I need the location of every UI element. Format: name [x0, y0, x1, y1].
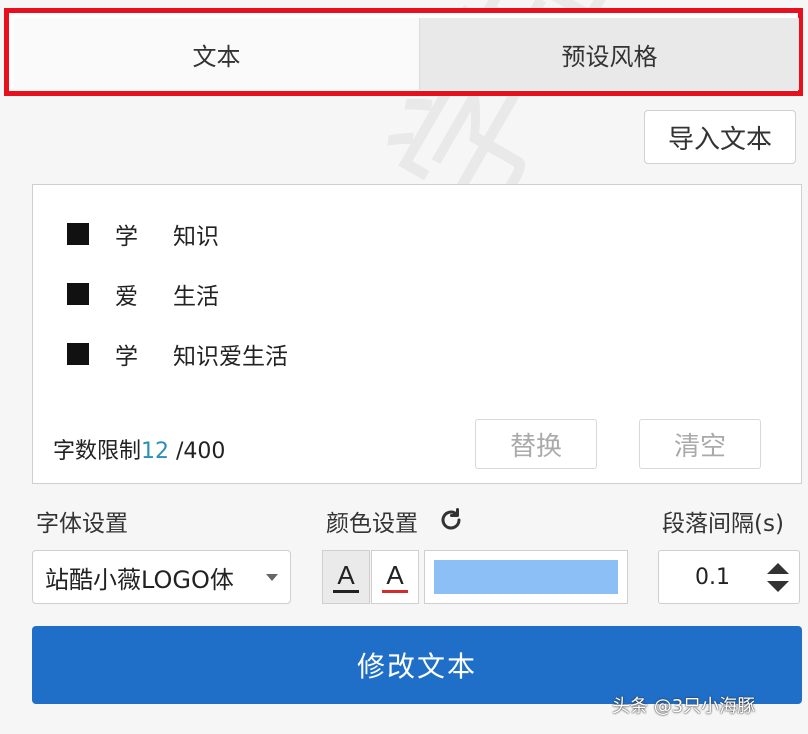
- spin-down-icon[interactable]: [767, 581, 789, 592]
- paragraph-spacing-input[interactable]: 0.1: [658, 550, 800, 604]
- line-marker-icon: [67, 343, 89, 365]
- font-select-value: 站酷小薇LOGO体: [45, 565, 234, 594]
- text-color-underline: [333, 589, 359, 593]
- line-text-part: 学: [115, 344, 138, 370]
- text-line: 学 知识: [67, 217, 219, 251]
- char-limit-label: 字数限制: [53, 439, 142, 464]
- spin-up-icon[interactable]: [767, 563, 789, 574]
- tab-preset-style[interactable]: 预设风格: [419, 18, 799, 90]
- text-color-icon: A: [337, 559, 355, 590]
- replace-button[interactable]: 替换: [475, 419, 597, 469]
- color-settings-label: 颜色设置: [326, 511, 418, 537]
- clear-button[interactable]: 清空: [639, 419, 761, 469]
- text-input-area[interactable]: 学 知识 爱 生活 学 知识爱生活 字数限制12 /400 替换 清空: [32, 184, 802, 484]
- paragraph-spacing-label: 段落间隔(s): [662, 511, 784, 537]
- char-count-value: 12: [141, 439, 170, 464]
- font-settings-label: 字体设置: [36, 511, 128, 537]
- watermark-credit: 头条 @3只小海豚: [612, 696, 756, 717]
- font-select[interactable]: 站酷小薇LOGO体: [32, 550, 291, 604]
- line-text-part: 爱: [115, 284, 138, 310]
- line-text-part: 生活: [173, 284, 219, 310]
- char-limit-counter: 字数限制12 /400: [53, 433, 225, 465]
- refresh-icon[interactable]: [438, 507, 464, 533]
- tab-bar: 文本 预设风格: [4, 8, 803, 96]
- text-line: 学 知识爱生活: [67, 337, 288, 371]
- tab-text[interactable]: 文本: [14, 18, 419, 90]
- spacing-value: 0.1: [695, 565, 730, 590]
- text-line: 爱 生活: [67, 277, 219, 311]
- stroke-color-icon: A: [386, 559, 404, 590]
- stroke-color-underline: [382, 589, 408, 593]
- color-swatch: [434, 560, 618, 594]
- text-color-button[interactable]: A: [322, 550, 370, 604]
- line-text-part: 知识爱生活: [173, 344, 288, 370]
- line-marker-icon: [67, 223, 89, 245]
- color-swatch-picker[interactable]: [424, 550, 628, 604]
- line-text-part: 学: [115, 224, 138, 250]
- line-text-part: 知识: [173, 224, 219, 250]
- char-max-value: /400: [169, 439, 226, 464]
- stroke-color-button[interactable]: A: [371, 550, 419, 604]
- chevron-down-icon: [266, 574, 278, 581]
- import-text-button[interactable]: 导入文本: [644, 110, 796, 164]
- line-marker-icon: [67, 283, 89, 305]
- text-settings-panel: 学知识爱生 文本 预设风格 导入文本 学 知识 爱 生活 学 知识爱生活 字数限…: [0, 0, 808, 734]
